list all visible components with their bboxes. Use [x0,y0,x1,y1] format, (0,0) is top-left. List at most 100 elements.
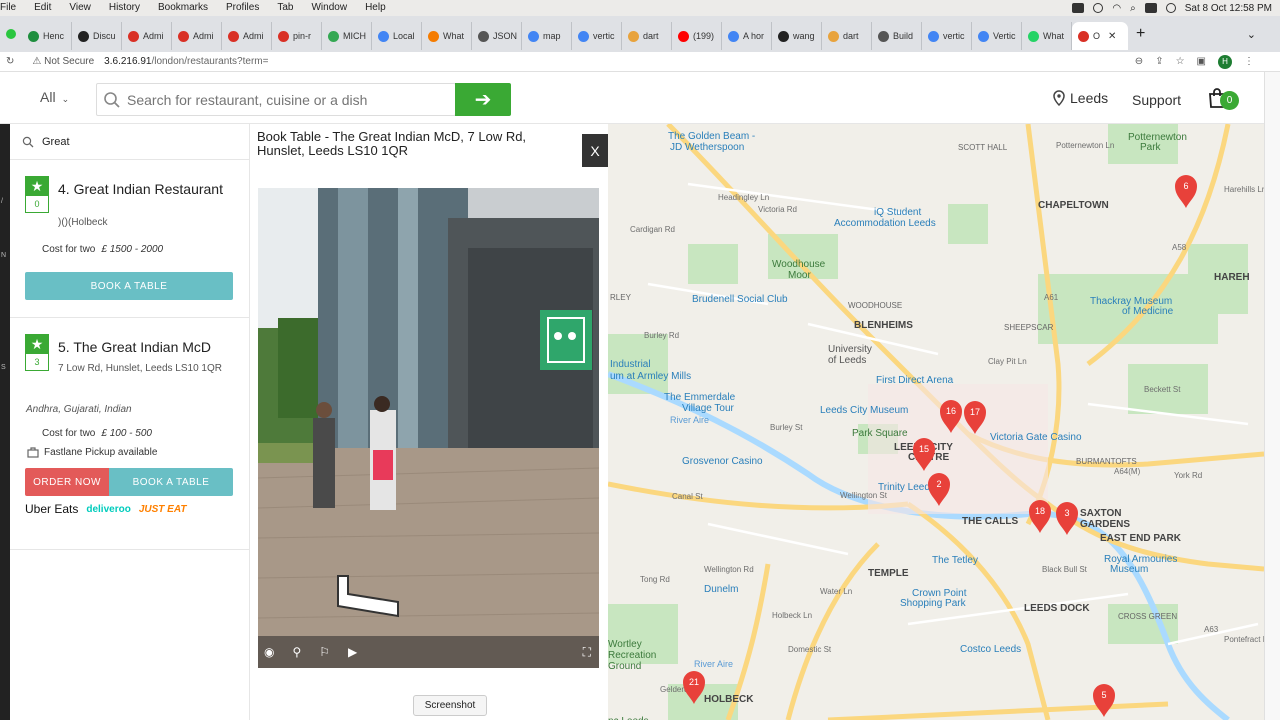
menu-history[interactable]: History [100,0,149,16]
map-pin[interactable]: 18 [1029,500,1051,533]
just-eat-logo[interactable]: JUST EAT [139,504,187,515]
cost-label: Cost for two [42,428,96,439]
browser-tab[interactable]: Henc [22,22,72,50]
map-label: THE CALLS [962,516,1018,527]
restaurant-card[interactable]: ★ 3 5. The Great Indian McD 7 Low Rd, Hu… [10,318,249,550]
results-filter[interactable]: Great [10,124,249,160]
profile-avatar[interactable]: H [1218,54,1232,69]
search-submit-button[interactable]: ➔ [455,83,511,116]
not-secure-indicator[interactable]: ⚠ Not Secure [32,56,94,67]
order-now-button[interactable]: ORDER NOW [25,468,109,496]
browser-tab[interactable]: pin-r [272,22,322,50]
pin-number: 16 [946,406,956,416]
search-icon [22,136,34,147]
tab-label: vertic [943,31,965,41]
clock[interactable]: Sat 8 Oct 12:58 PM [1185,3,1272,14]
control-center-icon[interactable] [1144,3,1157,13]
siri-icon[interactable] [1165,3,1176,13]
browser-tab[interactable]: A hor [722,22,773,50]
book-table-button[interactable]: BOOK A TABLE [109,468,233,496]
tab-close-icon[interactable]: ✕ [1108,31,1116,42]
map-pin[interactable]: 6 [1175,175,1197,208]
video-icon[interactable]: ▶ [348,645,357,659]
map-label: Beckett St [1144,385,1181,394]
map-pin[interactable]: 5 [1093,684,1115,717]
browser-tab[interactable]: Build [872,22,923,50]
map-label: Burley Rd [644,331,679,340]
map-pin[interactable]: 3 [1056,502,1078,535]
url-field[interactable]: 3.6.216.91/london/restaurants?term= [104,56,268,67]
search-spotlight-icon[interactable]: ⌕ [1130,3,1136,14]
url-host: 3.6.216.91 [104,56,152,67]
browser-tab[interactable]: wang [772,22,823,50]
restaurant-name[interactable]: 4. Great Indian Restaurant [58,182,238,196]
browser-tab[interactable]: Admi [122,22,172,50]
edge-mark: / [1,198,3,205]
menu-file[interactable]: File [0,0,25,16]
menu-view[interactable]: View [60,0,100,16]
restaurant-card[interactable]: ★ 0 4. Great Indian Restaurant )()(Holbe… [10,160,249,318]
wifi-icon[interactable]: ◠ [1112,3,1121,14]
browser-tab[interactable]: map [522,22,573,50]
reload-icon[interactable]: ↻ [0,56,20,67]
modal-close-button[interactable]: X [582,134,608,167]
location-pin-icon[interactable]: ⚲ [292,645,301,659]
zoom-icon[interactable]: ⊖ [1135,56,1143,67]
browser-tab[interactable]: Vertic [972,22,1023,50]
location-pin-icon [1053,90,1065,106]
browser-tab[interactable]: Admi [172,22,222,50]
uber-eats-logo[interactable]: Uber Eats [25,502,78,516]
pin-number: 5 [1101,690,1106,700]
map-label: iQ Student [874,207,921,218]
window-controls [0,29,22,39]
menu-bookmarks[interactable]: Bookmarks [149,0,217,16]
browser-tab[interactable]: dart [822,22,873,50]
menu-edit[interactable]: Edit [25,0,60,16]
map-view[interactable]: The Golden Beam - JD Wetherspoon SCOTT HAL… [608,124,1264,720]
tab-active[interactable]: O ✕ [1072,22,1129,50]
browser-tab[interactable]: What [422,22,472,50]
app-status-icon[interactable] [1072,3,1085,13]
street-view-image[interactable]: ◉ ⚲ ⚐ ▶ ⛶ [258,188,599,668]
new-tab-button[interactable]: + [1136,25,1145,43]
browser-tab[interactable]: Local [372,22,422,50]
browser-tab[interactable]: MICH [322,22,372,50]
menu-window[interactable]: Window [302,0,356,16]
menu-profiles[interactable]: Profiles [217,0,268,16]
map-label: Grosvenor Casino [682,456,763,467]
share-icon[interactable]: ⇪ [1155,56,1163,67]
browser-tab[interactable]: Admi [222,22,272,50]
tab-favicon [28,30,39,42]
pin-number: 15 [919,444,929,454]
deliveroo-logo[interactable]: deliveroo [86,504,130,515]
search-input[interactable] [127,91,447,108]
place-info-icon[interactable]: ⚐ [319,645,330,659]
browser-menu-icon[interactable]: ⋮ [1244,56,1254,67]
tab-search-icon[interactable]: ⌄ [1247,28,1256,41]
browser-tab[interactable]: Discu [72,22,122,50]
map-label: SHEEPSCAR [1004,323,1054,332]
location-selector[interactable]: Leeds [1052,90,1108,106]
vpn-icon[interactable] [1093,3,1104,13]
eye-icon[interactable]: ◉ [264,645,274,659]
menu-help[interactable]: Help [356,0,395,16]
map-label: um at Armley Mills [610,371,691,382]
browser-tab[interactable]: What [1022,22,1073,50]
browser-tab[interactable]: vertic [572,22,623,50]
browser-tab[interactable]: vertic [922,22,973,50]
book-table-button[interactable]: BOOK A TABLE [25,272,233,300]
browser-tab[interactable]: (199) [672,22,723,50]
restaurant-name[interactable]: 5. The Great Indian McD [58,340,238,354]
fullscreen-icon[interactable]: ⛶ [583,645,591,660]
support-link[interactable]: Support [1132,92,1181,108]
browser-tab[interactable]: dart [622,22,673,50]
map-label: Clay Pit Ln [988,357,1027,366]
sidepanel-icon[interactable]: ▣ [1197,56,1206,67]
menu-tab[interactable]: Tab [268,0,302,16]
map-label: Harehills Ln [1224,185,1264,194]
bookmark-star-icon[interactable]: ☆ [1176,56,1185,67]
category-select[interactable]: All ⌄ [40,89,69,105]
map-label: BURMANTOFTS [1076,457,1137,466]
browser-tab[interactable]: JSON [472,22,523,50]
zoom-window-button[interactable] [6,29,16,39]
